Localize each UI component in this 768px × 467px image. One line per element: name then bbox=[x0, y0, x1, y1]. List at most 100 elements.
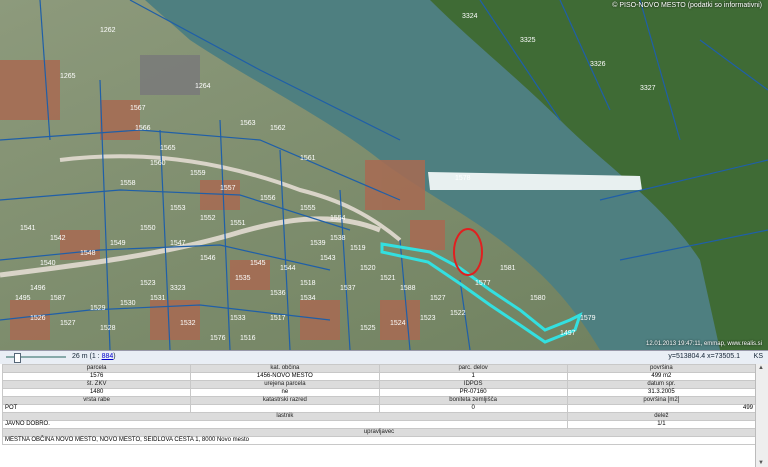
header-parc-delov: parc. delov bbox=[378, 364, 568, 373]
value-parc-delov: 1 bbox=[378, 372, 568, 381]
parcel-number-label: 1530 bbox=[120, 300, 136, 307]
scroll-down-icon[interactable]: ▼ bbox=[758, 460, 764, 466]
parcel-info-panel: parcela kat. občina parc. delov površina… bbox=[0, 364, 768, 467]
parcel-number-label: 1561 bbox=[300, 155, 316, 162]
value-vrsta-rabe: POT bbox=[1, 404, 192, 413]
admin-value-row: MESTNA OBČINA NOVO MESTO, NOVO MESTO, SE… bbox=[2, 436, 756, 445]
parcel-number-label: 1566 bbox=[135, 125, 151, 132]
admin-header-row: upravljavec bbox=[2, 428, 756, 437]
header-boniteta: boniteta zemljišča bbox=[378, 396, 568, 405]
scale-ratio-prefix: (1 : bbox=[89, 353, 100, 360]
parcel-number-label: 1581 bbox=[500, 265, 516, 272]
value-parcela[interactable]: 1576 bbox=[1, 372, 192, 381]
parcel-number-label: 1588 bbox=[400, 285, 416, 292]
parcel-number-label: 1545 bbox=[250, 260, 266, 267]
value-boniteta: 0 bbox=[378, 404, 568, 413]
parcel-number-label: 1517 bbox=[270, 315, 286, 322]
parcel-number-label: 1554 bbox=[330, 215, 346, 222]
scale-distance: 26 m bbox=[72, 353, 88, 360]
parcel-number-label: 1555 bbox=[300, 205, 316, 212]
parcel-number-label: 1528 bbox=[100, 325, 116, 332]
zoom-slider-handle[interactable] bbox=[14, 353, 21, 363]
parcel-number-label: 1522 bbox=[450, 310, 466, 317]
parcel-number-label: 1539 bbox=[310, 240, 326, 247]
header-urejena-parcela: urejena parcela bbox=[190, 380, 380, 389]
parcel-number-label: 1521 bbox=[380, 275, 396, 282]
parcel-number-label: 1534 bbox=[300, 295, 316, 302]
parcel-number-label: 1587 bbox=[50, 295, 66, 302]
parcel-number-label: 1565 bbox=[160, 145, 176, 152]
parcel-number-label: 1523 bbox=[420, 315, 436, 322]
parcel-number-label: 1265 bbox=[60, 73, 76, 80]
parcel-number-label: 1560 bbox=[150, 160, 166, 167]
parcel-number-label: 1519 bbox=[350, 245, 366, 252]
parcel-number-label: 1548 bbox=[80, 250, 96, 257]
parcel-number-label: 1523 bbox=[140, 280, 156, 287]
header-datum-spr: datum spr. bbox=[566, 380, 757, 389]
value-upravljavec: MESTNA OBČINA NOVO MESTO, NOVO MESTO, SE… bbox=[2, 436, 756, 445]
info-value-row: 1576 1456-NOVO MESTO 1 499 m2 bbox=[1, 372, 757, 381]
parcel-number-label: 1579 bbox=[580, 315, 596, 322]
parcel-number-label: 1538 bbox=[330, 235, 346, 242]
parcel-number-label: 1580 bbox=[530, 295, 546, 302]
parcel-number-label: 1557 bbox=[220, 185, 236, 192]
parcel-number-label: 1576 bbox=[210, 335, 226, 342]
info-header-row: vrsta rabe katastrski razred boniteta ze… bbox=[1, 396, 757, 405]
info-header-row: št. ZKV urejena parcela IDPOS datum spr. bbox=[1, 380, 757, 389]
parcel-number-label: 1553 bbox=[170, 205, 186, 212]
header-povrsina-m2: površina [m2] bbox=[566, 396, 757, 405]
parcel-number-label: 1549 bbox=[110, 240, 126, 247]
header-idpos: IDPOS bbox=[378, 380, 568, 389]
parcel-number-label: 1563 bbox=[240, 120, 256, 127]
map-credit: © PISO-NOVO MESTO (podatki so informativ… bbox=[612, 2, 762, 9]
parcel-number-label: 1264 bbox=[195, 83, 211, 90]
parcel-info-table: parcela kat. občina parc. delov površina… bbox=[1, 364, 757, 445]
parcel-number-label: 1531 bbox=[150, 295, 166, 302]
header-lastnik: lastnik bbox=[2, 412, 568, 421]
info-value-row: 1480 ne PR-07160 31.3.2005 bbox=[1, 388, 757, 397]
scroll-up-icon[interactable]: ▲ bbox=[758, 365, 764, 371]
header-upravljavec: upravljavec bbox=[2, 428, 756, 437]
map-timestamp: 12.01.2013 19:47:11, emmap, www.realis.s… bbox=[646, 341, 762, 347]
parcel-number-label: 1529 bbox=[90, 305, 106, 312]
value-povrsina-m2: 499 bbox=[566, 404, 757, 413]
parcel-number-label: 1558 bbox=[120, 180, 136, 187]
header-parcela: parcela bbox=[1, 364, 192, 373]
parcel-number-label: 1542 bbox=[50, 235, 66, 242]
owner-value-row: JAVNO DOBRO. 1/1 bbox=[2, 420, 757, 429]
value-datum-spr: 31.3.2005 bbox=[566, 388, 757, 397]
parcel-number-label: 1540 bbox=[40, 260, 56, 267]
weir-label: 1578 bbox=[455, 175, 471, 182]
map-viewport[interactable]: 1578 1262 1265 1264 1567 1566 1565 1563 1562 156… bbox=[0, 0, 768, 350]
scale-ratio-link[interactable]: 884 bbox=[102, 353, 114, 360]
value-urejena-parcela: ne bbox=[190, 388, 380, 397]
header-povrsina: površina bbox=[566, 364, 757, 373]
parcel-number-label: 1262 bbox=[100, 27, 116, 34]
panel-scrollbar[interactable]: ▲ ▼ bbox=[755, 364, 768, 467]
parcel-number-label: 3324 bbox=[462, 13, 478, 20]
value-idpos: PR-07160 bbox=[378, 388, 568, 397]
parcel-number-label: 1562 bbox=[270, 125, 286, 132]
parcel-number-label: 1543 bbox=[320, 255, 336, 262]
parcel-number-label: 1559 bbox=[190, 170, 206, 177]
header-kat-obcina: kat. občina bbox=[190, 364, 380, 373]
header-katastrski-razred: katastrski razred bbox=[190, 396, 380, 405]
parcel-number-label: 1518 bbox=[300, 280, 316, 287]
parcel-number-label: 3323 bbox=[170, 285, 186, 292]
parcel-number-label: 1537 bbox=[340, 285, 356, 292]
parcel-number-label: 1541 bbox=[20, 225, 36, 232]
parcel-number-label: 1525 bbox=[360, 325, 376, 332]
parcel-number-label: 1495 bbox=[15, 295, 31, 302]
scale-ratio-suffix: ) bbox=[113, 353, 116, 360]
scale-readout: 26 m (1 : 884) bbox=[72, 353, 116, 360]
parcel-number-label: 1550 bbox=[140, 225, 156, 232]
info-value-row: POT 0 499 bbox=[1, 404, 757, 413]
parcel-number-label: 1526 bbox=[30, 315, 46, 322]
scale-bar: 26 m (1 : 884) y=513804.4 x=73505.1 KS bbox=[0, 350, 768, 365]
parcel-number-label: 1516 bbox=[240, 335, 256, 342]
aerial-map[interactable]: 1578 1262 1265 1264 1567 1566 1565 1563 1562 156… bbox=[0, 0, 768, 350]
crs-label: KS bbox=[753, 353, 763, 360]
parcel-number-label: 1544 bbox=[280, 265, 296, 272]
value-povrsina: 499 m2 bbox=[566, 372, 757, 381]
parcel-number-label: 1535 bbox=[235, 275, 251, 282]
